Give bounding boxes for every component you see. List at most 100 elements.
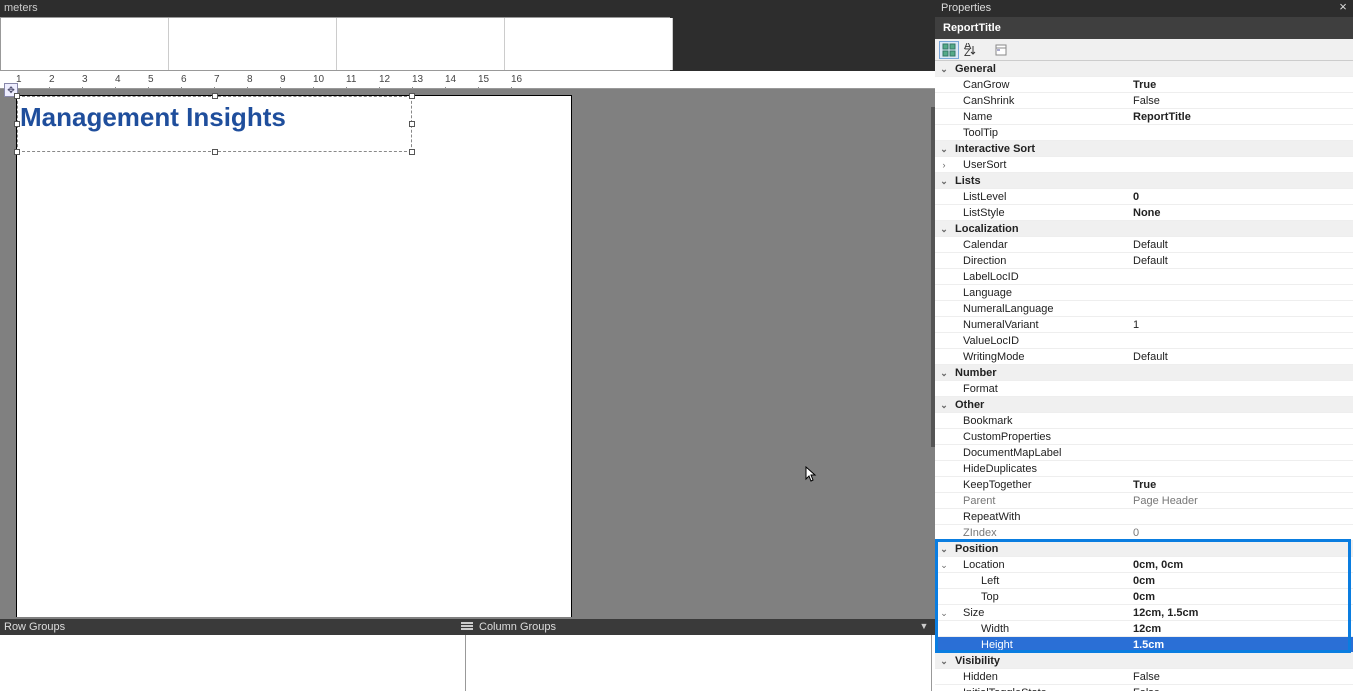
property-value[interactable] [1129,269,1353,284]
resize-handle[interactable] [14,121,20,127]
chevron-down-icon[interactable]: ⌄ [935,653,953,668]
property-value[interactable]: Page Header [1129,493,1353,508]
property-value[interactable]: 1 [1129,317,1353,332]
design-surface[interactable]: 12345678910111213141516 ✥ Management Ins… [0,71,935,619]
param-cell[interactable] [337,18,505,70]
resize-handle[interactable] [409,149,415,155]
properties-titlebar[interactable]: Properties × [935,0,1353,17]
property-value[interactable]: ReportTitle [1129,109,1353,124]
property-row[interactable]: ValueLocID [935,333,1353,349]
properties-grid[interactable]: ⌄GeneralCanGrowTrueCanShrinkFalseNameRep… [935,61,1353,691]
property-row[interactable]: ⌄Size12cm, 1.5cm [935,605,1353,621]
property-row[interactable]: ToolTip [935,125,1353,141]
property-value[interactable] [1129,301,1353,316]
property-row[interactable]: ParentPage Header [935,493,1353,509]
property-row[interactable]: Top0cm [935,589,1353,605]
property-value[interactable]: Default [1129,253,1353,268]
chevron-right-icon[interactable]: › [935,157,953,172]
column-groups-header[interactable]: Column Groups [455,621,935,633]
property-row[interactable]: NumeralLanguage [935,301,1353,317]
chevron-down-icon[interactable]: ⌄ [935,141,953,156]
resize-handle[interactable] [14,93,20,99]
param-cell[interactable] [169,18,337,70]
groups-dropdown-icon[interactable]: ▼ [917,621,931,633]
property-category[interactable]: ⌄Interactive Sort [935,141,1353,157]
property-row[interactable]: RepeatWith [935,509,1353,525]
property-row[interactable]: CanShrinkFalse [935,93,1353,109]
property-value[interactable]: 0cm, 0cm [1129,557,1353,572]
property-value[interactable]: 12cm [1129,621,1353,636]
property-row[interactable]: WritingModeDefault [935,349,1353,365]
property-category[interactable]: ⌄Position [935,541,1353,557]
report-page[interactable]: ✥ Management Insights [16,95,572,617]
property-category[interactable]: ⌄Number [935,365,1353,381]
property-value[interactable] [1129,157,1353,172]
property-value[interactable] [1129,381,1353,396]
chevron-down-icon[interactable]: ⌄ [935,61,953,76]
property-row[interactable]: ListStyleNone [935,205,1353,221]
property-value[interactable] [1129,429,1353,444]
chevron-down-icon[interactable]: ⌄ [935,557,953,572]
property-value[interactable]: 0cm [1129,589,1353,604]
property-value[interactable]: Default [1129,237,1353,252]
property-value[interactable] [1129,509,1353,524]
property-value[interactable]: True [1129,477,1353,492]
property-row[interactable]: InitialToggleStateFalse [935,685,1353,691]
property-row[interactable]: Width12cm [935,621,1353,637]
property-value[interactable]: 0 [1129,525,1353,540]
property-row[interactable]: ZIndex0 [935,525,1353,541]
property-value[interactable] [1129,461,1353,476]
property-category[interactable]: ⌄Localization [935,221,1353,237]
property-category[interactable]: ⌄Other [935,397,1353,413]
property-value[interactable]: False [1129,669,1353,684]
property-category[interactable]: ⌄Visibility [935,653,1353,669]
row-groups-area[interactable] [0,635,466,691]
close-icon[interactable]: × [1337,1,1349,13]
chevron-down-icon[interactable]: ⌄ [935,397,953,412]
property-row[interactable]: ListLevel0 [935,189,1353,205]
property-value[interactable] [1129,445,1353,460]
property-row[interactable]: NumeralVariant1 [935,317,1353,333]
property-row[interactable]: Bookmark [935,413,1353,429]
textbox-report-title[interactable]: ✥ Management Insights [17,96,412,152]
property-row[interactable]: HideDuplicates [935,461,1353,477]
property-category[interactable]: ⌄General [935,61,1353,77]
chevron-down-icon[interactable]: ⌄ [935,541,953,556]
property-row[interactable]: ›UserSort [935,157,1353,173]
property-row[interactable]: Language [935,285,1353,301]
property-row[interactable]: KeepTogetherTrue [935,477,1353,493]
property-row[interactable]: LabelLocID [935,269,1353,285]
property-row[interactable]: CustomProperties [935,429,1353,445]
property-value[interactable] [1129,125,1353,140]
resize-handle[interactable] [212,93,218,99]
alphabetical-view-button[interactable]: AZ [961,41,981,59]
property-row[interactable]: Left0cm [935,573,1353,589]
property-row[interactable]: Format [935,381,1353,397]
property-value[interactable] [1129,333,1353,348]
property-pages-button[interactable] [991,41,1011,59]
property-value[interactable]: 0 [1129,189,1353,204]
property-value[interactable]: 12cm, 1.5cm [1129,605,1353,620]
param-cell[interactable] [505,18,673,70]
chevron-down-icon[interactable]: ⌄ [935,221,953,236]
property-row[interactable]: NameReportTitle [935,109,1353,125]
property-value[interactable]: True [1129,77,1353,92]
resize-handle[interactable] [14,149,20,155]
property-category[interactable]: ⌄Lists [935,173,1353,189]
chevron-down-icon[interactable]: ⌄ [935,365,953,380]
properties-object-name[interactable]: ReportTitle [935,17,1353,39]
property-value[interactable]: False [1129,685,1353,691]
property-value[interactable]: None [1129,205,1353,220]
resize-handle[interactable] [409,93,415,99]
categorized-view-button[interactable] [939,41,959,59]
property-value[interactable] [1129,413,1353,428]
row-groups-header[interactable]: Row Groups [0,621,455,633]
property-row[interactable]: CalendarDefault [935,237,1353,253]
resize-handle[interactable] [409,121,415,127]
property-value[interactable]: 1.5cm [1129,637,1353,652]
property-value[interactable]: Default [1129,349,1353,364]
property-row[interactable]: Height1.5cm [935,637,1353,653]
resize-handle[interactable] [212,149,218,155]
param-cell[interactable] [1,18,169,70]
property-row[interactable]: DirectionDefault [935,253,1353,269]
